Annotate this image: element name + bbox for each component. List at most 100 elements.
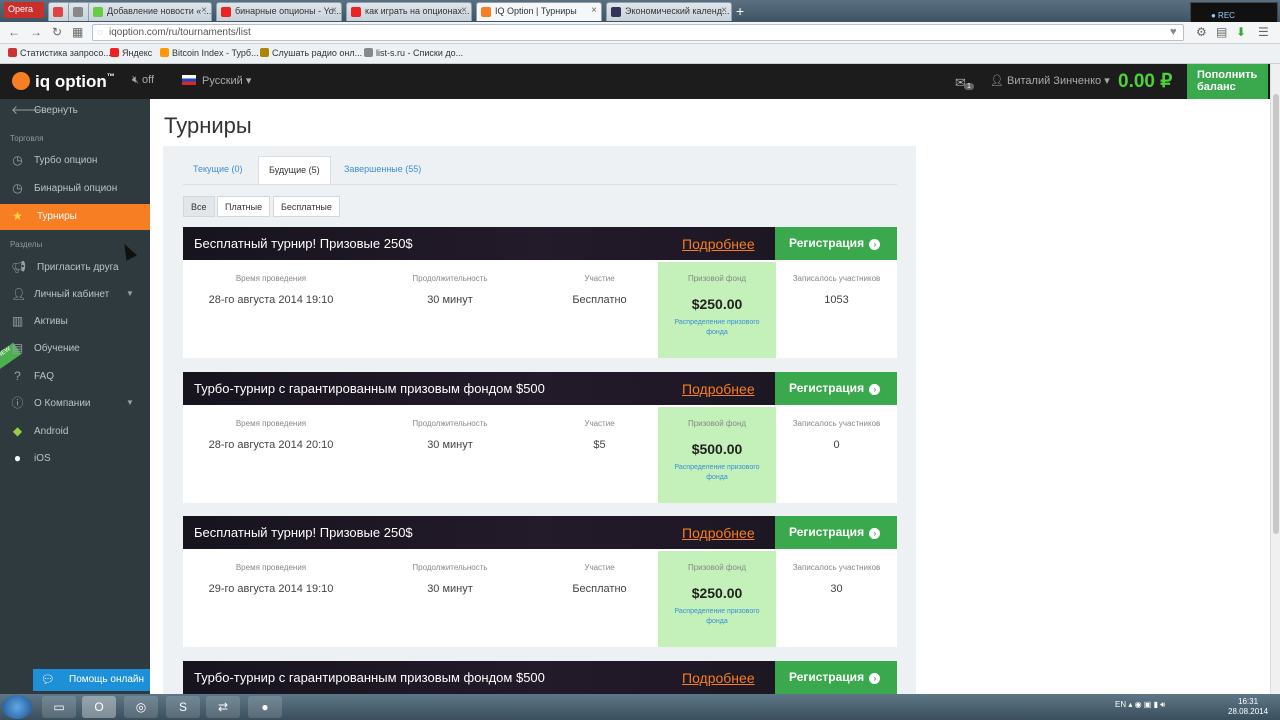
info-icon: ⓘ — [11, 396, 24, 410]
tab-finished[interactable]: Завершенные (55) — [334, 156, 431, 185]
sidebar-item-assets[interactable]: ▥ Активы — [0, 310, 150, 334]
bookmark-item[interactable]: Яндекс — [110, 48, 152, 58]
prize-distribution-link[interactable]: Распределение призового фонда — [664, 463, 770, 483]
sidebar-item-education[interactable]: ▤ Обучение — [0, 337, 150, 361]
bitcoin-icon — [160, 48, 169, 57]
sidebar-item-faq[interactable]: ? FAQ — [0, 365, 150, 389]
logo-mark-icon — [12, 72, 30, 90]
tab-iqoption[interactable]: IQ Option | Турниры × — [476, 2, 602, 21]
sidebar-item-tournaments[interactable]: ★ Турниры — [0, 204, 150, 230]
star-icon: ★ — [12, 209, 23, 223]
bookmark-item[interactable]: Слушать радио онл... — [260, 48, 362, 58]
url-field[interactable]: ◌ iqoption.com/ru/tournaments/list — [92, 24, 1184, 41]
details-link[interactable]: Подробнее — [682, 236, 755, 252]
register-button[interactable]: Регистрация › — [775, 661, 897, 694]
tab-current[interactable]: Текущие (0) — [183, 156, 252, 185]
recorder-timer: ● REC — [1211, 11, 1235, 20]
close-tab-icon[interactable]: × — [331, 5, 337, 16]
opera-menu-button[interactable]: Opera — [4, 2, 44, 18]
tab-youtube-2[interactable]: как играть на опционах... × — [346, 2, 472, 21]
bookmark-heart-icon[interactable]: ♥ — [1170, 26, 1177, 38]
col-entry: Участие Бесплатно — [572, 563, 627, 595]
details-link[interactable]: Подробнее — [682, 670, 755, 686]
megaphone-icon: 📢︎ — [11, 260, 27, 274]
start-button[interactable] — [2, 695, 32, 719]
details-link[interactable]: Подробнее — [682, 525, 755, 541]
reload-icon[interactable]: ↻ — [52, 25, 62, 39]
book-icon: ▤ — [11, 341, 24, 355]
prize-distribution-link[interactable]: Распределение призового фонда — [664, 607, 770, 627]
tab-upcoming[interactable]: Будущие (5) — [258, 156, 331, 185]
sidebar-item-android[interactable]: ◆ Android — [0, 420, 150, 444]
close-tab-icon[interactable]: × — [591, 5, 597, 16]
input-language[interactable]: EN — [1115, 700, 1126, 709]
extension-icon[interactable]: ▤ — [1216, 25, 1227, 39]
topup-button[interactable]: Пополнить баланс — [1187, 64, 1268, 99]
messages-button[interactable]: ✉ 1 — [955, 75, 974, 91]
user-menu[interactable]: 👤︎ Виталий Зинченко ▾ — [990, 74, 1110, 87]
register-button[interactable]: Регистрация › — [775, 227, 897, 260]
close-tab-icon[interactable]: × — [201, 5, 207, 16]
teamviewer-icon[interactable]: ⇄ — [206, 696, 240, 718]
tab-news[interactable]: Добавление новости « ... × — [88, 2, 212, 21]
russia-flag-icon — [182, 75, 196, 85]
forward-icon[interactable]: → — [30, 25, 42, 39]
extension-icon[interactable]: ⚙ — [1196, 25, 1207, 39]
system-clock[interactable]: 16:31 28.08.2014 — [1228, 697, 1268, 717]
arrow-left-icon: 🡐︎ — [11, 103, 44, 117]
scrollbar-thumb[interactable] — [1273, 94, 1279, 534]
back-icon[interactable]: ← — [8, 25, 20, 39]
filter-all[interactable]: Все — [183, 196, 215, 217]
chevron-right-icon: › — [869, 239, 881, 250]
help-online-button[interactable]: 💬︎ Помощь онлайн — [33, 669, 150, 691]
chevron-right-icon: › — [869, 384, 881, 395]
tab-youtube-1[interactable]: бинарные опционы - Yo... × — [216, 2, 342, 21]
col-participants: Записалось участников 0 — [792, 419, 881, 451]
register-button[interactable]: Регистрация › — [775, 372, 897, 405]
close-tab-icon[interactable]: × — [721, 5, 727, 16]
iqoption-icon — [481, 7, 491, 17]
col-time: Время проведения 29-го августа 2014 19:10 — [208, 563, 334, 595]
browser-chrome: Opera Добавление новости « ... × бинарные… — [0, 0, 1280, 64]
download-icon[interactable]: ⬇ — [1236, 25, 1246, 39]
sidebar-item-turbo[interactable]: ◷ Турбо опцион — [0, 149, 150, 173]
tab-calendar[interactable]: Экономический календ... × — [606, 2, 732, 21]
close-tab-icon[interactable]: × — [461, 5, 467, 16]
skype-icon[interactable]: S — [166, 696, 200, 718]
sidebar-item-about[interactable]: ⓘ О Компании ▼ — [0, 392, 150, 416]
col-entry: Участие $5 — [584, 419, 615, 451]
tournament-title: Турбо-турнир с гарантированным призовым … — [194, 670, 545, 685]
sidebar-item-account[interactable]: 👤︎ Личный кабинет ▼ — [0, 283, 150, 307]
chat-icon: 💬︎ — [41, 674, 55, 686]
filter-paid[interactable]: Платные — [217, 196, 271, 217]
bookmark-item[interactable]: Статистика запросо... — [8, 48, 111, 58]
bookmark-item[interactable]: Bitcoin Index - Турб... — [160, 48, 259, 58]
tournament-card: Турбо-турнир с гарантированным призовым … — [183, 372, 897, 503]
language-selector[interactable]: Русский ▾ — [182, 74, 251, 87]
sidebar-collapse[interactable]: 🡐︎ Свернуть — [0, 99, 150, 123]
register-button[interactable]: Регистрация › — [775, 516, 897, 549]
prize-distribution-link[interactable]: Распределение призового фонда — [664, 318, 770, 338]
opera-taskbar-icon[interactable]: O — [82, 696, 116, 718]
details-link[interactable]: Подробнее — [682, 381, 755, 397]
sidebar-item-binary[interactable]: ◷ Бинарный опцион — [0, 177, 150, 201]
address-bar-row: ← → ↻ ▦ ◌ iqoption.com/ru/tournaments/lis… — [0, 22, 1280, 44]
col-duration: Продолжительность 30 минут — [412, 274, 488, 306]
mute-icon: 🔇︎ — [132, 74, 142, 86]
col-duration: Продолжительность 30 минут — [412, 419, 488, 451]
bookmark-item[interactable]: list-s.ru - Списки до... — [364, 48, 463, 58]
apple-icon: ● — [13, 451, 22, 465]
new-tab-button[interactable]: + — [736, 3, 744, 19]
sound-toggle[interactable]: 🔇︎ off — [132, 74, 154, 87]
youtube-icon — [221, 7, 231, 17]
filter-free[interactable]: Бесплатные — [273, 196, 340, 217]
recorder-icon[interactable]: ● — [248, 696, 282, 718]
sidebar-item-ios[interactable]: ● iOS — [0, 447, 150, 471]
speed-dial-icon[interactable]: ▦ — [72, 25, 83, 39]
sidebar: 🡐︎ Свернуть Торговля ◷ Турбо опцион ◷ Бинар… — [0, 99, 150, 694]
page-scrollbar[interactable] — [1270, 64, 1280, 694]
logo[interactable]: iq option™ — [12, 72, 115, 92]
chrome-icon[interactable]: ◎ — [124, 696, 158, 718]
menu-icon[interactable]: ☰ — [1258, 25, 1269, 39]
explorer-icon[interactable]: ▭ — [42, 696, 76, 718]
